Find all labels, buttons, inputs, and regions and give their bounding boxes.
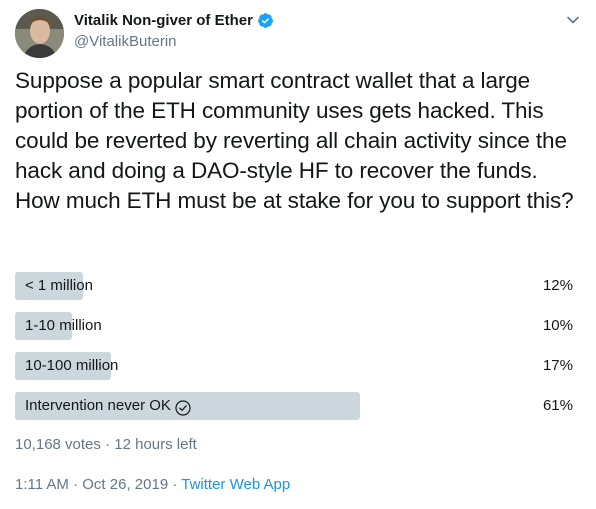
tweet-time[interactable]: 1:11 AM [15,476,69,493]
tweet-meta: 1:11 AM · Oct 26, 2019 · Twitter Web App [15,476,290,493]
author-handle[interactable]: @VitalikButerin [74,33,177,50]
poll-option-percent: 17% [542,357,573,374]
poll-option-percent: 10% [542,317,573,334]
poll-votes: 10,168 votes [15,436,101,453]
verified-badge-icon [257,12,274,29]
author-name-row: Vitalik Non-giver of Ether [74,12,274,29]
poll-option-label: 1-10 million [25,317,102,334]
avatar[interactable] [15,9,64,58]
separator: · [73,476,79,493]
tweet-date[interactable]: Oct 26, 2019 [82,476,168,493]
tweet-header: Vitalik Non-giver of Ether @VitalikButer… [15,9,581,59]
chevron-down-icon[interactable] [565,12,581,28]
poll-option-percent: 12% [542,277,573,294]
poll-option[interactable]: < 1 million 12% [15,272,581,300]
separator: · [105,436,111,453]
poll-option-label: < 1 million [25,277,93,294]
poll-option-label: 10-100 million [25,357,119,374]
author-display-name[interactable]: Vitalik Non-giver of Ether [74,12,253,29]
poll-option[interactable]: 10-100 million 17% [15,352,581,380]
tweet-source-link[interactable]: Twitter Web App [181,476,290,493]
poll: < 1 million 12% 1-10 million 10% 10-100 … [15,272,581,432]
poll-meta: 10,168 votes · 12 hours left [15,436,197,453]
poll-option[interactable]: 1-10 million 10% [15,312,581,340]
check-circle-icon [175,398,191,416]
poll-time-left: 12 hours left [114,436,197,453]
separator: · [172,476,178,493]
tweet-text: Suppose a popular smart contract wallet … [15,68,574,213]
poll-option-winner[interactable]: Intervention never OK 61% [15,392,581,420]
poll-option-label: Intervention never OK [25,397,171,414]
poll-option-percent: 61% [542,397,573,414]
